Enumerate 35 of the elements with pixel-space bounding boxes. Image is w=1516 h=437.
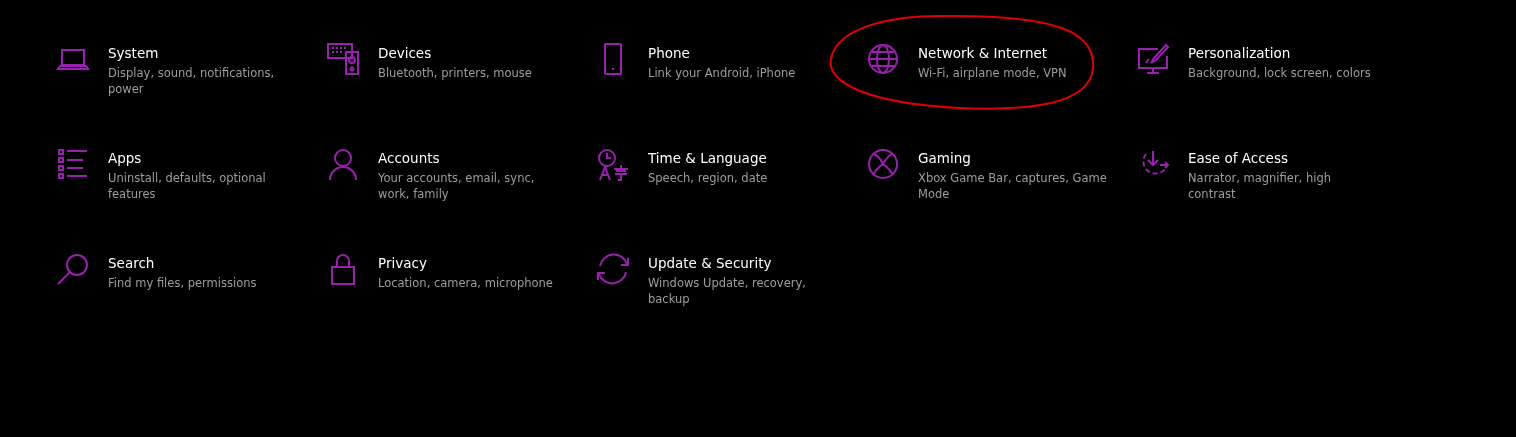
setting-description: Bluetooth, printers, mouse [378,65,532,81]
setting-title[interactable]: Personalization [1188,45,1371,62]
setting-description: Link your Android, iPhone [648,65,796,81]
setting-title[interactable]: Update & Security [648,255,806,272]
setting-title[interactable]: Apps [108,150,266,167]
xbox-icon [866,147,900,181]
clock-language-icon [596,147,630,181]
setting-description: Uninstall, defaults, optional features [108,170,266,202]
setting-description: Windows Update, recovery, backup [648,275,806,307]
search-icon [56,252,90,286]
setting-title[interactable]: Network & Internet [918,45,1067,62]
setting-title[interactable]: Accounts [378,150,535,167]
setting-title[interactable]: Search [108,255,257,272]
setting-title[interactable]: Devices [378,45,532,62]
globe-icon [866,42,900,76]
setting-description: Background, lock screen, colors [1188,65,1371,81]
setting-description: Location, camera, microphone [378,275,553,291]
monitor-brush-icon [1136,42,1170,76]
setting-title[interactable]: Ease of Access [1188,150,1331,167]
setting-description: Xbox Game Bar, captures, Game Mode [918,170,1107,202]
setting-title[interactable]: Privacy [378,255,553,272]
setting-description: Narrator, magnifier, high contrast [1188,170,1331,202]
keyboard-speaker-icon [326,42,360,76]
setting-description: Your accounts, email, sync, work, family [378,170,535,202]
list-icon [56,147,90,181]
refresh-icon [596,252,630,286]
setting-description: Find my files, permissions [108,275,257,291]
setting-description: Display, sound, notifications, power [108,65,275,97]
setting-description: Wi-Fi, airplane mode, VPN [918,65,1067,81]
setting-title[interactable]: Gaming [918,150,1107,167]
setting-description: Speech, region, date [648,170,768,186]
setting-title[interactable]: System [108,45,275,62]
setting-title[interactable]: Phone [648,45,796,62]
person-icon [326,147,360,181]
setting-title[interactable]: Time & Language [648,150,768,167]
